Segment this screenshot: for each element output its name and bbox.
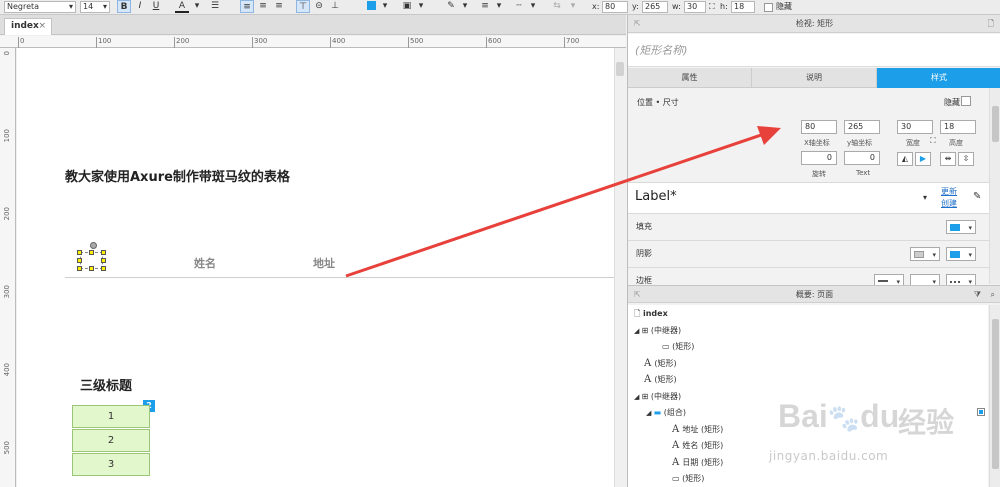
annotation-arrow [345,126,781,278]
